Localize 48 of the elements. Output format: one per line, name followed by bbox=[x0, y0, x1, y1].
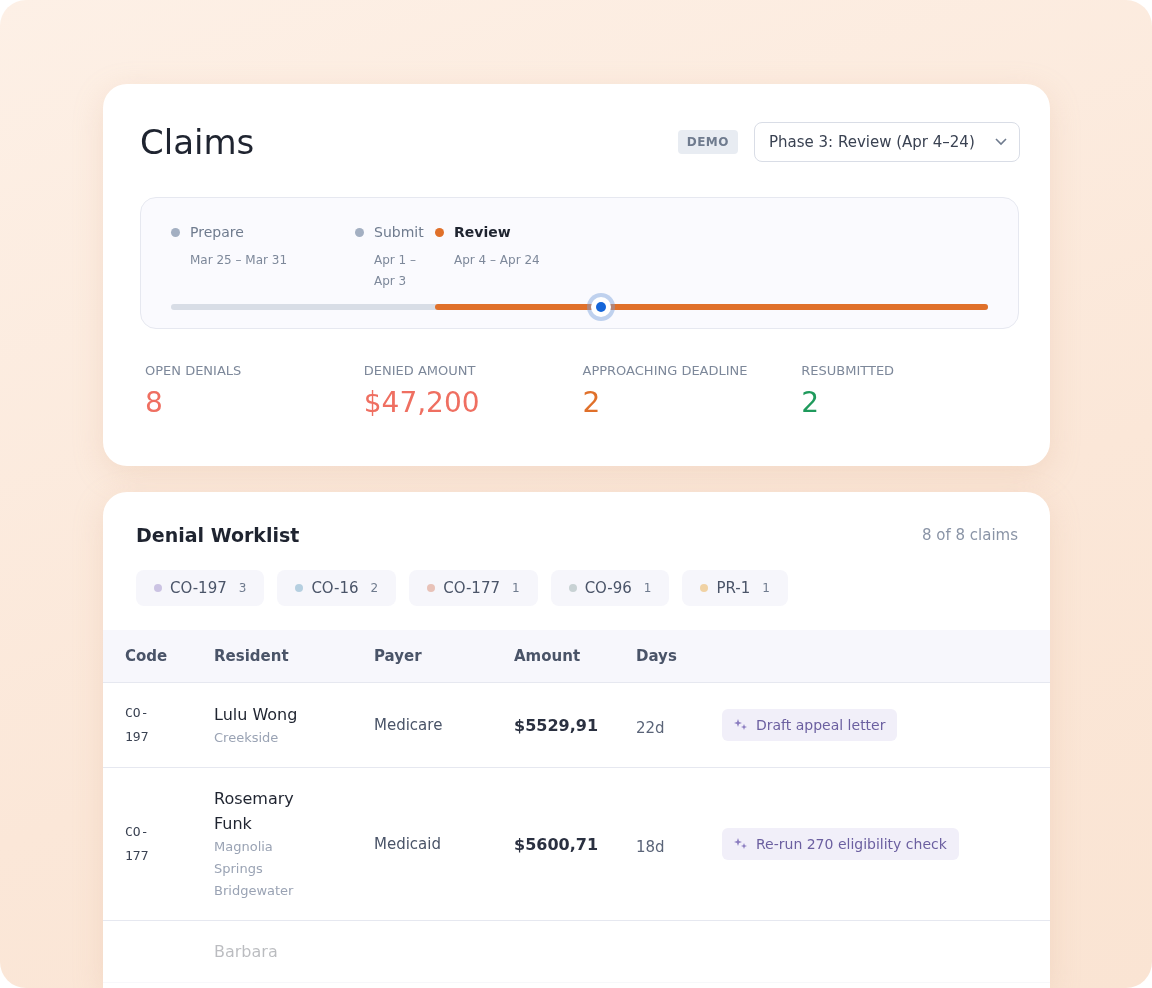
phase-dates: Apr 4 – Apr 24 bbox=[454, 252, 541, 269]
amount-cell-text: $5600,71 bbox=[514, 834, 599, 854]
column-header: Payer bbox=[374, 647, 423, 665]
phase-label[interactable]: Prepare bbox=[190, 224, 244, 240]
page-title: Claims bbox=[140, 122, 255, 162]
payer-cell-text: Medicare bbox=[374, 716, 444, 734]
chevron-down-icon bbox=[995, 138, 1007, 146]
amount-cell-text: $5529,91 bbox=[514, 715, 599, 735]
filter-chip[interactable]: CO-16 2 bbox=[277, 570, 397, 606]
claims-count: 8 of 8 claims bbox=[921, 526, 1018, 544]
resident-name: Barbara bbox=[214, 941, 279, 963]
days-cell-text: 22d bbox=[636, 719, 666, 737]
demo-badge: DEMO bbox=[677, 130, 738, 154]
facility-name: Creekside bbox=[214, 728, 280, 747]
column-header: Days bbox=[636, 647, 678, 665]
facility-name: Magnolia Springs Bridgewater bbox=[214, 838, 295, 900]
sparkle-icon bbox=[734, 718, 748, 732]
phase-dates: Apr 1 – Apr 3 bbox=[374, 252, 418, 290]
payer-cell-text: Medicaid bbox=[374, 835, 442, 853]
stat-value: $47,200 bbox=[363, 386, 481, 419]
stat-label: DENIED AMOUNT bbox=[363, 363, 477, 378]
resident-name: Rosemary Funk bbox=[214, 788, 295, 835]
filter-chip[interactable]: CO-177 1 bbox=[409, 570, 538, 606]
stat-value: 8 bbox=[145, 386, 164, 419]
code-cell-text: CO-197 bbox=[125, 704, 150, 746]
column-header: Resident bbox=[214, 647, 290, 665]
phase-select[interactable]: Phase 3: Review (Apr 4–24) bbox=[754, 122, 1020, 162]
column-header: Code bbox=[125, 647, 169, 665]
action-button[interactable]: Draft appeal letter bbox=[722, 709, 898, 741]
sparkle-icon bbox=[734, 837, 748, 851]
action-button[interactable]: Re-run 270 eligibility check bbox=[722, 828, 959, 860]
stat-value: 2 bbox=[582, 386, 602, 419]
filter-chip[interactable]: PR-1 1 bbox=[682, 570, 788, 606]
stat-label: APPROACHING DEADLINE bbox=[582, 363, 749, 378]
timeline-thumb[interactable] bbox=[590, 297, 611, 317]
worklist-title: Denial Worklist bbox=[136, 524, 300, 546]
filter-chip[interactable]: CO-96 1 bbox=[550, 570, 670, 606]
phase-label[interactable]: Submit bbox=[374, 224, 424, 240]
resident-name: Lulu Wong bbox=[214, 703, 299, 726]
stat-label: OPEN DENIALS bbox=[145, 363, 243, 378]
column-header: Amount bbox=[514, 647, 582, 665]
code-cell-text: CO-177 bbox=[125, 823, 150, 865]
filter-chip[interactable]: CO-197 3 bbox=[136, 570, 265, 606]
phase-dates: Mar 25 – Mar 31 bbox=[190, 252, 289, 269]
days-cell-text: 18d bbox=[636, 838, 666, 856]
phase-label[interactable]: Review bbox=[454, 224, 511, 240]
stat-label: RESUBMITTED bbox=[801, 363, 896, 378]
stat-value: 2 bbox=[801, 386, 821, 419]
